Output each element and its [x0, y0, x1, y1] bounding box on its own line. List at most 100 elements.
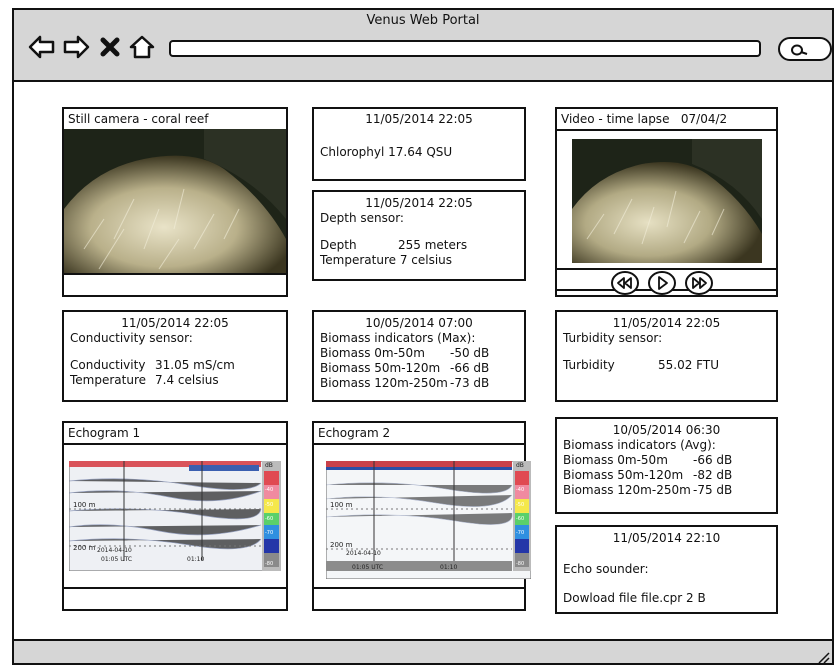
chlorophyll-panel: 11/05/2014 22:05 Chlorophyl 17.64 QSU [312, 107, 526, 181]
depth-panel: 11/05/2014 22:05 Depth sensor: Depth 255… [312, 190, 526, 281]
sensor-label: Echo sounder: [563, 562, 649, 576]
browser-toolbar: Venus Web Portal [14, 10, 832, 82]
close-x-icon[interactable] [98, 34, 126, 60]
biomass-range: Biomass 50m-120m [320, 361, 441, 375]
scale-label: -60 [265, 516, 273, 522]
biomass-value: -66 dB [693, 453, 733, 467]
sensor-label: Conductivity sensor: [70, 331, 193, 345]
turbidity-panel: 11/05/2014 22:05 Turbidity sensor: Turbi… [555, 310, 778, 402]
timestamp: 11/05/2014 22:05 [365, 112, 473, 126]
list-item: Biomass 50m-120m -66 dB [320, 361, 524, 376]
download-file-link[interactable]: Dowload file file.cpr 2 B [563, 591, 776, 606]
sensor-label: Biomass indicators (Max): [320, 331, 476, 345]
scale-label: -60 [516, 516, 524, 522]
scale-label: -70 [265, 530, 273, 536]
play-icon[interactable] [647, 270, 677, 300]
list-item: Biomass 120m-250m -75 dB [563, 483, 776, 498]
video-panel: Video - time lapse 07/04/2 [555, 107, 778, 297]
biomass-value: -75 dB [693, 483, 733, 497]
video-date: 07/04/2 [680, 112, 728, 126]
timestamp: 11/05/2014 22:05 [612, 316, 721, 330]
date-label: 2014-04-10 [346, 550, 381, 557]
biomass-range: Biomass 0m-50m [320, 346, 425, 360]
home-icon[interactable] [128, 34, 156, 60]
scale-label: -50 [265, 502, 273, 508]
forward-arrow-icon[interactable] [62, 34, 90, 60]
echogram-1-panel: Echogram 1 100 m 200 m 2014-04-10 01:05 … [62, 421, 288, 611]
search-button[interactable] [778, 37, 832, 61]
sensor-label: Turbidity sensor: [563, 331, 663, 345]
time-label: 01:10 [187, 556, 204, 563]
panel-title: Echogram 2 [314, 423, 524, 445]
coral-reef-photo [64, 129, 286, 275]
biomass-avg-panel: 10/05/2014 06:30 Biomass indicators (Avg… [555, 417, 778, 514]
depth-value: 255 meters [398, 238, 468, 252]
list-item: Biomass 0m-50m -66 dB [563, 453, 776, 468]
date-label: 2014-04-10 [97, 547, 132, 554]
depth-label: 200 m [73, 544, 96, 552]
biomass-range: Biomass 50m-120m [563, 468, 684, 482]
echo-sounder-panel: 11/05/2014 22:10 Echo sounder: Dowload f… [555, 525, 778, 614]
unit-label: dB [516, 462, 524, 469]
panel-title: Still camera - coral reef [64, 109, 286, 131]
depth-label: 100 m [330, 501, 353, 509]
timestamp: 10/05/2014 06:30 [612, 423, 721, 437]
depth-label: Depth [320, 238, 357, 252]
back-arrow-icon[interactable] [28, 34, 56, 60]
biomass-value: -50 dB [450, 346, 490, 360]
timestamp: 11/05/2014 22:05 [121, 316, 229, 330]
list-item: Biomass 120m-250m -73 dB [320, 376, 524, 391]
panel-title: Echogram 1 [64, 423, 286, 445]
sensor-label: Depth sensor: [320, 211, 404, 225]
list-item: Biomass 0m-50m -50 dB [320, 346, 524, 361]
conductivity-label: Conductivity [70, 358, 146, 372]
resize-grip-icon[interactable] [816, 649, 830, 664]
url-input[interactable] [169, 40, 761, 57]
list-item: Biomass 50m-120m -82 dB [563, 468, 776, 483]
echogram-image: 100 m 200 m 2014-04-10 01:05 UTC 01:10 d… [326, 461, 531, 579]
depth-label: 200 m [330, 541, 353, 549]
scale-label: -50 [516, 502, 524, 508]
temperature-value: 7.4 celsius [155, 373, 219, 387]
turbidity-value: 55.02 FTU [658, 358, 719, 372]
search-icon [791, 44, 808, 56]
time-label: 01:05 UTC [352, 564, 383, 571]
temperature-label: Temperature [70, 373, 147, 387]
chlorophyll-value: Chlorophyl 17.64 QSU [320, 145, 453, 159]
scale-label: -80 [265, 561, 273, 567]
window-title: Venus Web Portal [366, 13, 480, 28]
biomass-value: -73 dB [450, 376, 490, 390]
conductivity-value: 31.05 mS/cm [155, 358, 235, 372]
echogram-2-panel: Echogram 2 100 m 200 m 2014-04-10 01:05 … [312, 421, 531, 611]
timestamp: 11/05/2014 22:05 [365, 196, 473, 210]
unit-label: dB [265, 462, 273, 469]
video-title: Video - time lapse [561, 112, 670, 126]
depth-label: 100 m [73, 501, 96, 509]
time-label: 01:05 UTC [101, 556, 132, 563]
scale-label: -40 [516, 487, 524, 493]
rewind-icon[interactable] [610, 270, 640, 300]
biomass-range: Biomass 120m-250m [563, 483, 691, 497]
timestamp: 10/05/2014 07:00 [365, 316, 473, 330]
turbidity-label: Turbidity [563, 358, 615, 372]
scale-label: -40 [265, 487, 273, 493]
time-label: 01:10 [440, 564, 457, 571]
panel-footer [64, 273, 286, 295]
still-camera-panel: Still camera - coral reef [62, 107, 288, 297]
timestamp: 11/05/2014 22:10 [612, 531, 721, 545]
biomass-value: -66 dB [450, 361, 490, 375]
video-player[interactable] [572, 139, 762, 263]
fast-forward-icon[interactable] [684, 270, 714, 300]
sensor-label: Biomass indicators (Avg): [563, 438, 716, 452]
panel-footer [64, 587, 286, 609]
status-bar [14, 639, 832, 664]
temperature-value: Temperature 7 celsius [320, 253, 453, 267]
biomass-value: -82 dB [693, 468, 733, 482]
browser-window: Venus Web Portal Still camera - coral re… [12, 8, 834, 665]
biomass-max-panel: 10/05/2014 07:00 Biomass indicators (Max… [312, 310, 526, 402]
panel-footer [314, 587, 524, 609]
biomass-range: Biomass 120m-250m [320, 376, 448, 390]
conductivity-panel: 11/05/2014 22:05 Conductivity sensor: Co… [62, 310, 288, 402]
biomass-range: Biomass 0m-50m [563, 453, 668, 467]
scale-label: -70 [516, 530, 524, 536]
